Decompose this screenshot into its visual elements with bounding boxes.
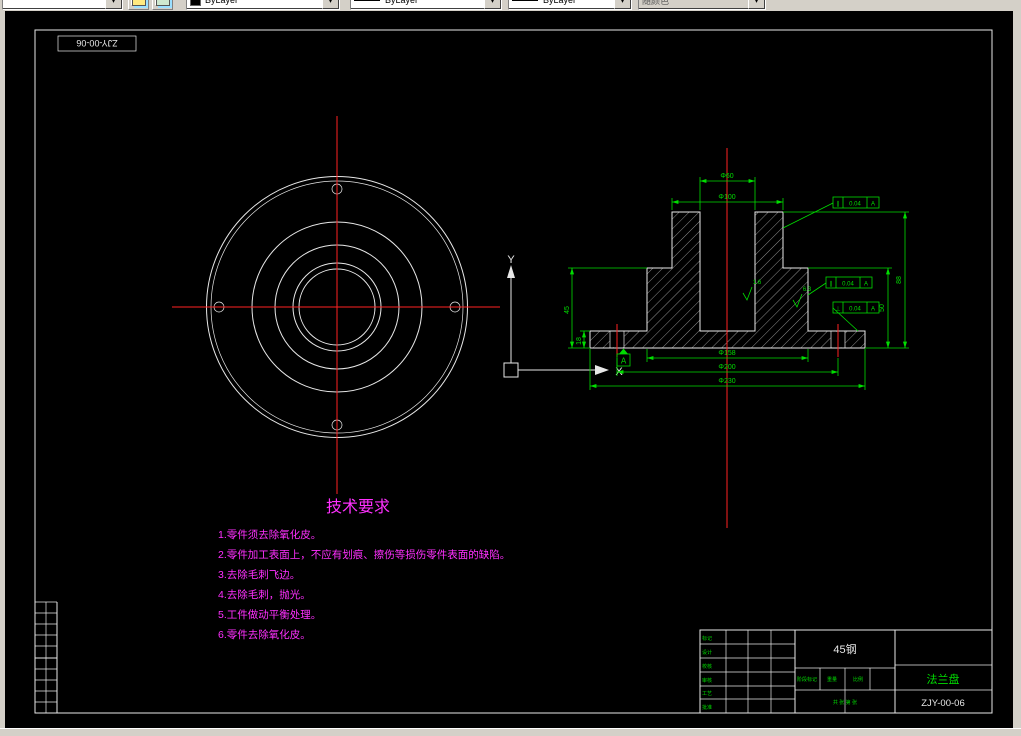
title-block: 标记 设计 校核 审核 工艺 批准 45钢 阶段标记 重量 比例 共 张 第 张… [699, 629, 993, 714]
cad-drawing: ZJY-00-06 Y X Φ60 Φ100 Φ158 Φ200 Φ230 45… [34, 29, 993, 714]
dim-label-hub: Φ100 [718, 194, 735, 201]
title-block-row-label: 审核 [702, 677, 712, 684]
tolerance-frame-2: ∥ 0.04 A [807, 276, 873, 296]
tolerance-datum: A [864, 282, 868, 288]
corner-drawing-number-text: ZJY-00-06 [76, 38, 117, 48]
lineweight-sample [512, 0, 538, 1]
technical-requirements: 技术要求 1.零件须去除氧化皮。 2.零件加工表面上，不应有划痕、擦伤等损伤零件… [218, 498, 510, 641]
dim-label-height-total: 88 [896, 276, 903, 284]
drawing-number: ZJY-00-06 [921, 698, 964, 709]
dim-label-outer: Φ230 [718, 378, 735, 385]
layers-icon [131, 0, 146, 6]
sheet-border [34, 29, 993, 714]
tolerance-symbol: ∥ [830, 281, 833, 288]
layer-current-icon [155, 0, 170, 6]
dim-label-bore: Φ60 [720, 173, 733, 180]
tech-item-5: 5.工件做动平衡处理。 [218, 608, 321, 621]
title-block-row-label: 设计 [702, 649, 712, 656]
dim-label-base-left: 45 [564, 306, 571, 314]
title-block-row-label: 批准 [702, 704, 712, 711]
tolerance-symbol: ∥ [837, 201, 840, 208]
weight-label: 重量 [827, 676, 837, 683]
roughness-value: 1.6 [753, 280, 762, 286]
plotstyle-control[interactable]: 随颜色 ▾ [638, 0, 766, 10]
tolerance-value: 0.04 [842, 282, 854, 288]
ucs-y-arrow [507, 265, 515, 278]
drawing-canvas[interactable]: ZJY-00-06 Y X Φ60 Φ100 Φ158 Φ200 Φ230 45… [5, 11, 1013, 728]
color-swatch [190, 0, 201, 6]
linetype-value: ByLayer [385, 0, 419, 5]
left-border-tables [35, 601, 58, 713]
dim-label-base-thickness: 18 [576, 337, 583, 345]
dim-label-bolt-circle: Φ200 [718, 364, 735, 371]
title-block-row-label: 校核 [702, 663, 712, 670]
ucs-icon: Y X [503, 254, 623, 378]
material-label: 45钢 [833, 643, 856, 656]
ucs-x-arrow [595, 365, 609, 375]
tech-item-6: 6.零件去除氧化皮。 [218, 628, 311, 641]
linetype-control[interactable]: ByLayer ▾ [350, 0, 502, 10]
chevron-down-icon[interactable]: ▾ [484, 0, 501, 9]
corner-drawing-number: ZJY-00-06 [57, 35, 137, 52]
ucs-y-label: Y [507, 254, 515, 266]
roughness-value: 6.3 [803, 287, 812, 293]
tech-item-1: 1.零件须去除氧化皮。 [218, 528, 321, 541]
tech-item-3: 3.去除毛刺飞边。 [218, 568, 300, 581]
linetype-sample [354, 0, 380, 1]
color-value: ByLayer [205, 0, 239, 5]
section-view: Φ60 Φ100 Φ158 Φ200 Φ230 45 18 88 50 ∥ 0.… [564, 148, 909, 528]
tolerance-value: 0.04 [849, 202, 861, 208]
tolerance-frame-3: ⊥ 0.04 A [832, 301, 880, 332]
tech-item-2: 2.零件加工表面上，不应有划痕、擦伤等损伤零件表面的缺陷。 [218, 548, 510, 561]
dim-label-height-step: 50 [879, 304, 886, 312]
chevron-down-icon: ▾ [748, 0, 765, 9]
sheet-info-label: 共 张 第 张 [833, 699, 857, 706]
color-control[interactable]: ByLayer ▾ [186, 0, 340, 10]
layer-combo[interactable]: ▾ [2, 0, 123, 10]
chevron-down-icon[interactable]: ▾ [614, 0, 631, 9]
chevron-down-icon[interactable]: ▾ [105, 0, 122, 9]
make-layer-current-button[interactable] [152, 0, 173, 10]
datum-flag: A [616, 348, 631, 367]
tolerance-frame-1: ∥ 0.04 A [782, 196, 880, 229]
layer-properties-button[interactable] [128, 0, 149, 10]
tech-item-4: 4.去除毛刺，抛光。 [218, 588, 311, 601]
object-properties-toolbar: ▾ ByLayer ▾ ByLayer ▾ ByLayer ▾ 随颜色 ▾ [0, 0, 1021, 11]
chevron-down-icon[interactable]: ▾ [322, 0, 339, 9]
plotstyle-value: 随颜色 [642, 0, 670, 6]
tolerance-value: 0.04 [849, 307, 861, 313]
datum-label: A [621, 357, 627, 366]
part-name: 法兰盘 [927, 672, 960, 686]
lineweight-value: ByLayer [543, 0, 577, 5]
tolerance-datum: A [871, 307, 875, 313]
tech-requirements-title: 技术要求 [326, 498, 390, 516]
tolerance-symbol: ⊥ [835, 306, 840, 313]
front-view [172, 116, 500, 494]
title-block-row-label: 标记 [702, 635, 712, 642]
title-block-row-label: 工艺 [702, 691, 712, 697]
ucs-origin-box [503, 362, 519, 378]
tolerance-datum: A [871, 202, 875, 208]
dim-label-step: Φ158 [718, 350, 735, 357]
stage-mark-label: 阶段标记 [797, 676, 817, 683]
scale-label: 比例 [853, 676, 863, 683]
lineweight-control[interactable]: ByLayer ▾ [508, 0, 632, 10]
